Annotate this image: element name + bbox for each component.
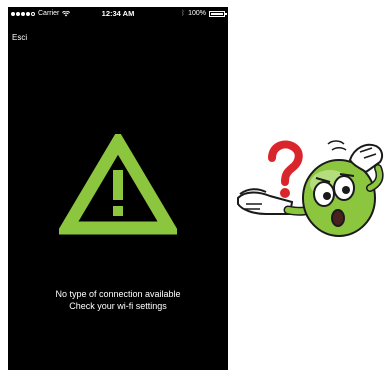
canvas: Carrier 12:34 AM ᛒ 100% Esci No type of … [0, 0, 386, 378]
status-right: ᛒ 100% [180, 7, 227, 21]
warning-triangle-icon [55, 129, 181, 236]
exit-button[interactable]: Esci [12, 33, 27, 42]
battery-percent: 100% [188, 10, 206, 17]
status-bar: Carrier 12:34 AM ᛒ 100% [8, 7, 228, 21]
confused-mascot-illustration [237, 140, 384, 237]
alert-line-2: Check your wi-fi settings [69, 301, 167, 311]
bluetooth-icon: ᛒ [180, 10, 186, 17]
battery-icon [209, 11, 227, 17]
question-mark-icon [268, 140, 303, 198]
alert-message: No type of connection available Check yo… [8, 288, 228, 312]
alert-line-1: No type of connection available [55, 289, 181, 299]
phone-screen: Carrier 12:34 AM ᛒ 100% Esci No type of … [8, 7, 228, 370]
